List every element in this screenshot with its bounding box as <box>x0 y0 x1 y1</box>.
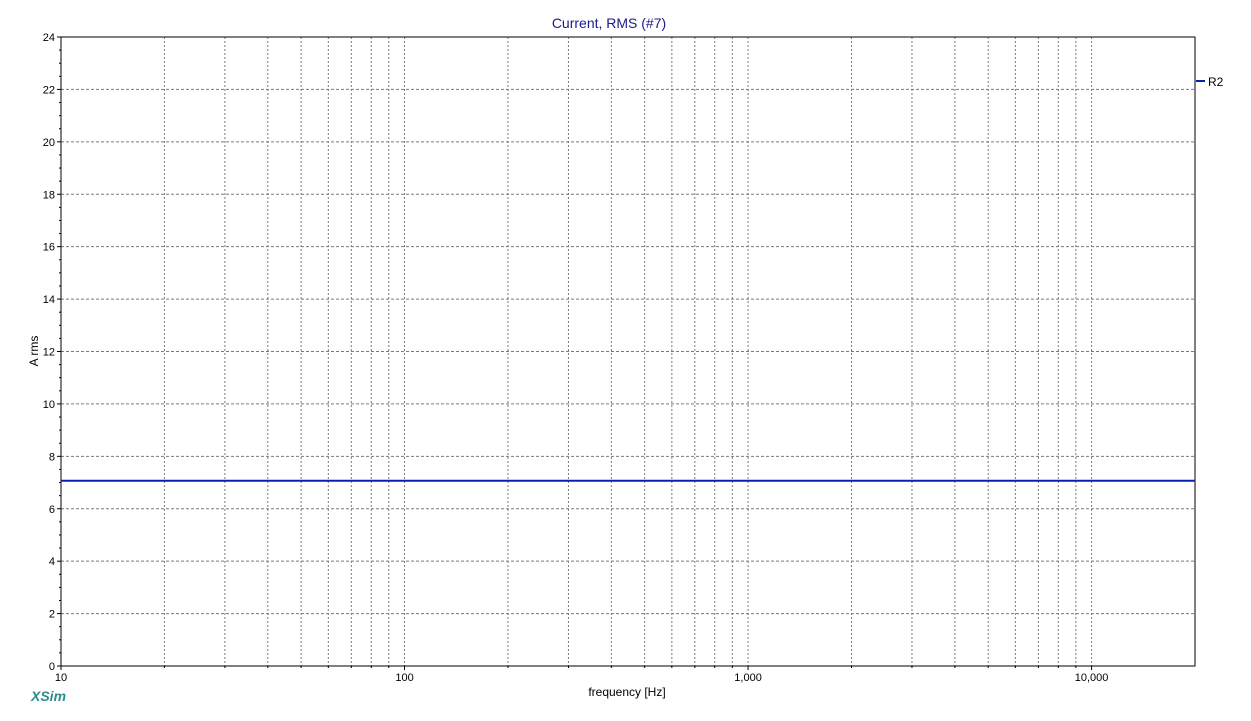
y-tick-label: 22 <box>43 84 55 96</box>
y-axis-label: A rms <box>27 336 41 367</box>
x-tick-label: 10,000 <box>1075 672 1109 684</box>
y-tick-label: 12 <box>43 347 55 359</box>
y-tick-label: 24 <box>43 32 55 44</box>
y-tick-label: 20 <box>43 137 55 149</box>
y-tick-label: 16 <box>43 242 55 254</box>
grid <box>61 37 1195 666</box>
y-tick-label: 2 <box>49 609 55 621</box>
y-tick-label: 10 <box>43 399 55 411</box>
x-axis-label: frequency [Hz] <box>588 685 665 699</box>
app-logo: XSim <box>31 688 67 704</box>
x-tick-label: 10 <box>55 672 67 684</box>
legend: R2 <box>1196 75 1224 89</box>
chart: Current, RMS (#7) 0246810121416182022241… <box>27 15 1224 699</box>
y-tick-label: 18 <box>43 189 55 201</box>
y-tick-label: 8 <box>49 451 55 463</box>
axis-ticks: 02468101214161820222410 100 1,000 10,000 <box>43 32 1109 684</box>
y-tick-label: 14 <box>43 294 55 306</box>
x-tick-label: 100 <box>395 672 413 684</box>
chart-title: Current, RMS (#7) <box>552 15 666 31</box>
y-tick-label: 6 <box>49 504 55 516</box>
y-tick-label: 4 <box>49 556 55 568</box>
legend-label: R2 <box>1208 75 1224 89</box>
x-tick-label: 1,000 <box>734 672 762 684</box>
